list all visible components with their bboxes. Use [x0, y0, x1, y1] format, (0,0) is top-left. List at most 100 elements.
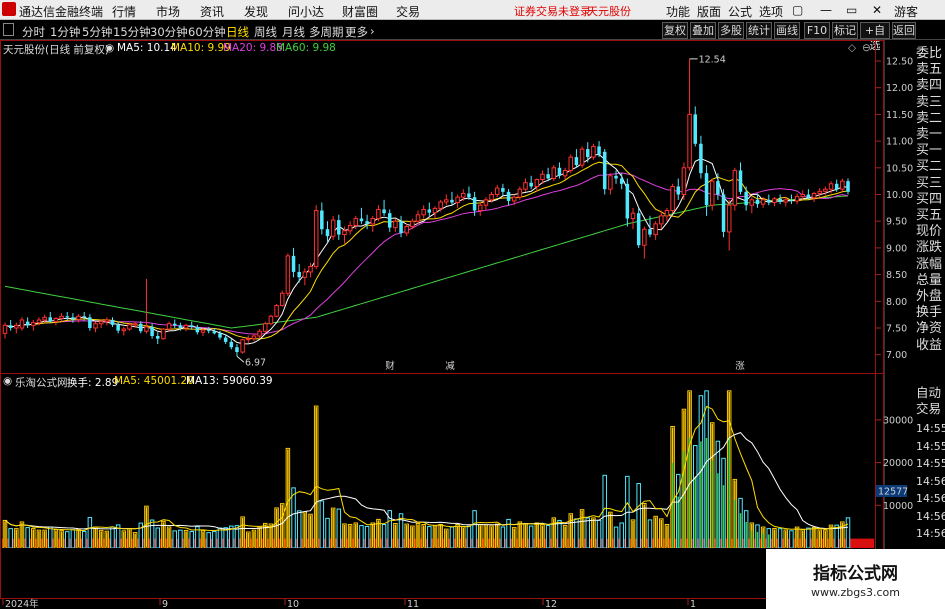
- kline-chart-area[interactable]: 12.50 12.00 11.50 11.00 10.50 10.00 9.50 9.00 8.…: [0, 0, 945, 609]
- volume-bar-fill: [462, 527, 465, 547]
- candle-body: [534, 179, 540, 187]
- volume-bar: [506, 518, 511, 549]
- candle-body: [653, 223, 658, 236]
- sidebar-item-eps: 收益: [916, 337, 943, 353]
- candle-body: [494, 187, 500, 195]
- low-marker-line: [236, 355, 245, 363]
- candle-body: [444, 199, 449, 203]
- candle-body: [846, 181, 850, 192]
- candle-body: [330, 219, 336, 237]
- volume-bar-fill: [456, 525, 459, 547]
- candle-body: [139, 323, 143, 332]
- candle-body: [223, 337, 228, 342]
- volume-bar-fill: [785, 531, 787, 547]
- candle-body: [172, 323, 177, 326]
- sidebar-item-mai5: 卖五: [916, 62, 943, 78]
- candle-body: [579, 148, 585, 166]
- candle-body: [31, 322, 36, 326]
- candle-body: [511, 196, 517, 202]
- ma10-line: [4, 161, 849, 340]
- time-tick-label: 1: [690, 599, 696, 609]
- volume-bar-fill: [496, 525, 498, 547]
- candle-body: [25, 321, 30, 326]
- volume-bar-green: [768, 534, 770, 548]
- volume-bar-fill: [519, 522, 521, 547]
- diamond-icon[interactable]: ◇: [848, 42, 856, 54]
- volume-bar: [8, 528, 13, 549]
- volume-settings-icon[interactable]: ◉: [3, 375, 12, 387]
- candle-body: [716, 181, 720, 195]
- volume-bar-green: [671, 462, 674, 548]
- volume-bar: [81, 530, 87, 549]
- tick-time: 14:55: [916, 439, 945, 453]
- candle-body: [297, 271, 301, 278]
- candle-body: [693, 114, 697, 144]
- volume-bar-green: [745, 521, 747, 548]
- candle-body: [268, 315, 274, 325]
- candle-body: [709, 180, 715, 206]
- volume-bar: [545, 525, 551, 549]
- auto-trade-label-1[interactable]: 自动: [916, 385, 945, 401]
- candle-body: [42, 316, 47, 321]
- sidebar-item-mai4: 卖四: [916, 78, 943, 94]
- candle-body: [144, 326, 149, 332]
- candle-body: [150, 326, 154, 337]
- volume-bar-fill: [134, 533, 136, 547]
- volume-bar-fill: [185, 531, 187, 547]
- candle-body: [749, 199, 755, 206]
- sidebar-item-change: 涨跌: [916, 240, 943, 256]
- volume-bar: [528, 525, 534, 549]
- candle-body: [212, 331, 217, 334]
- settings-dot-icon[interactable]: ◉: [105, 42, 114, 54]
- ma20-label: MA20: 9.88: [223, 42, 283, 54]
- sidebar-item-weibi: 委比: [916, 46, 943, 61]
- volume-bar-fill: [632, 520, 634, 547]
- candle-body: [806, 194, 811, 198]
- volume-bar-fill: [411, 527, 414, 547]
- event-mark-2: 涨: [735, 361, 745, 372]
- candle-body: [614, 175, 618, 179]
- volume-bar-fill: [258, 528, 261, 547]
- volume-bar-fill: [94, 528, 97, 547]
- volume-bar-fill: [813, 528, 815, 547]
- candle-body: [19, 319, 25, 329]
- price-tick-label: 12.00: [886, 83, 913, 94]
- candle-body: [699, 143, 703, 174]
- price-tick-label: 10.00: [886, 190, 913, 201]
- volume-bar: [155, 527, 161, 549]
- auto-trade-label-2[interactable]: 交易: [916, 401, 945, 417]
- volume-bar: [466, 525, 472, 549]
- candle-body: [359, 218, 364, 222]
- candle-body: [415, 214, 421, 222]
- sidebar-item-nav: 净资: [916, 321, 943, 337]
- candles-group: [2, 58, 850, 357]
- volume-bar-fill: [253, 531, 255, 547]
- volume-bar-fill: [281, 504, 283, 547]
- candle-body: [404, 226, 409, 234]
- time-tick-label: 10: [287, 599, 299, 609]
- volume-bar: [602, 474, 607, 549]
- volume-bar-fill: [162, 522, 165, 547]
- auto-trade-panel[interactable]: 自动 交易: [916, 385, 945, 417]
- volume-tick-label: 10000: [883, 501, 913, 512]
- candle-body: [393, 220, 398, 229]
- volume-bar-fill: [801, 530, 804, 547]
- volume-bar: [319, 500, 325, 549]
- candle-body: [648, 229, 652, 235]
- candle-body: [251, 335, 257, 340]
- volume-bar-green: [688, 437, 691, 548]
- volume-tick-label: 20000: [883, 458, 913, 469]
- candle-body: [432, 207, 438, 214]
- volume-bar-fill: [796, 528, 798, 547]
- candle-body: [195, 326, 200, 333]
- collapse-icon[interactable]: ⊖: [862, 42, 871, 54]
- volume-bar-fill: [490, 527, 493, 547]
- candle-body: [421, 208, 426, 216]
- volume-bar-fill: [479, 525, 482, 547]
- candle-body: [65, 316, 69, 318]
- volume-bar-fill: [394, 524, 397, 547]
- candle-body: [755, 199, 760, 205]
- candle-body: [342, 230, 347, 236]
- candle-body: [619, 178, 624, 184]
- volume-bar: [364, 525, 370, 549]
